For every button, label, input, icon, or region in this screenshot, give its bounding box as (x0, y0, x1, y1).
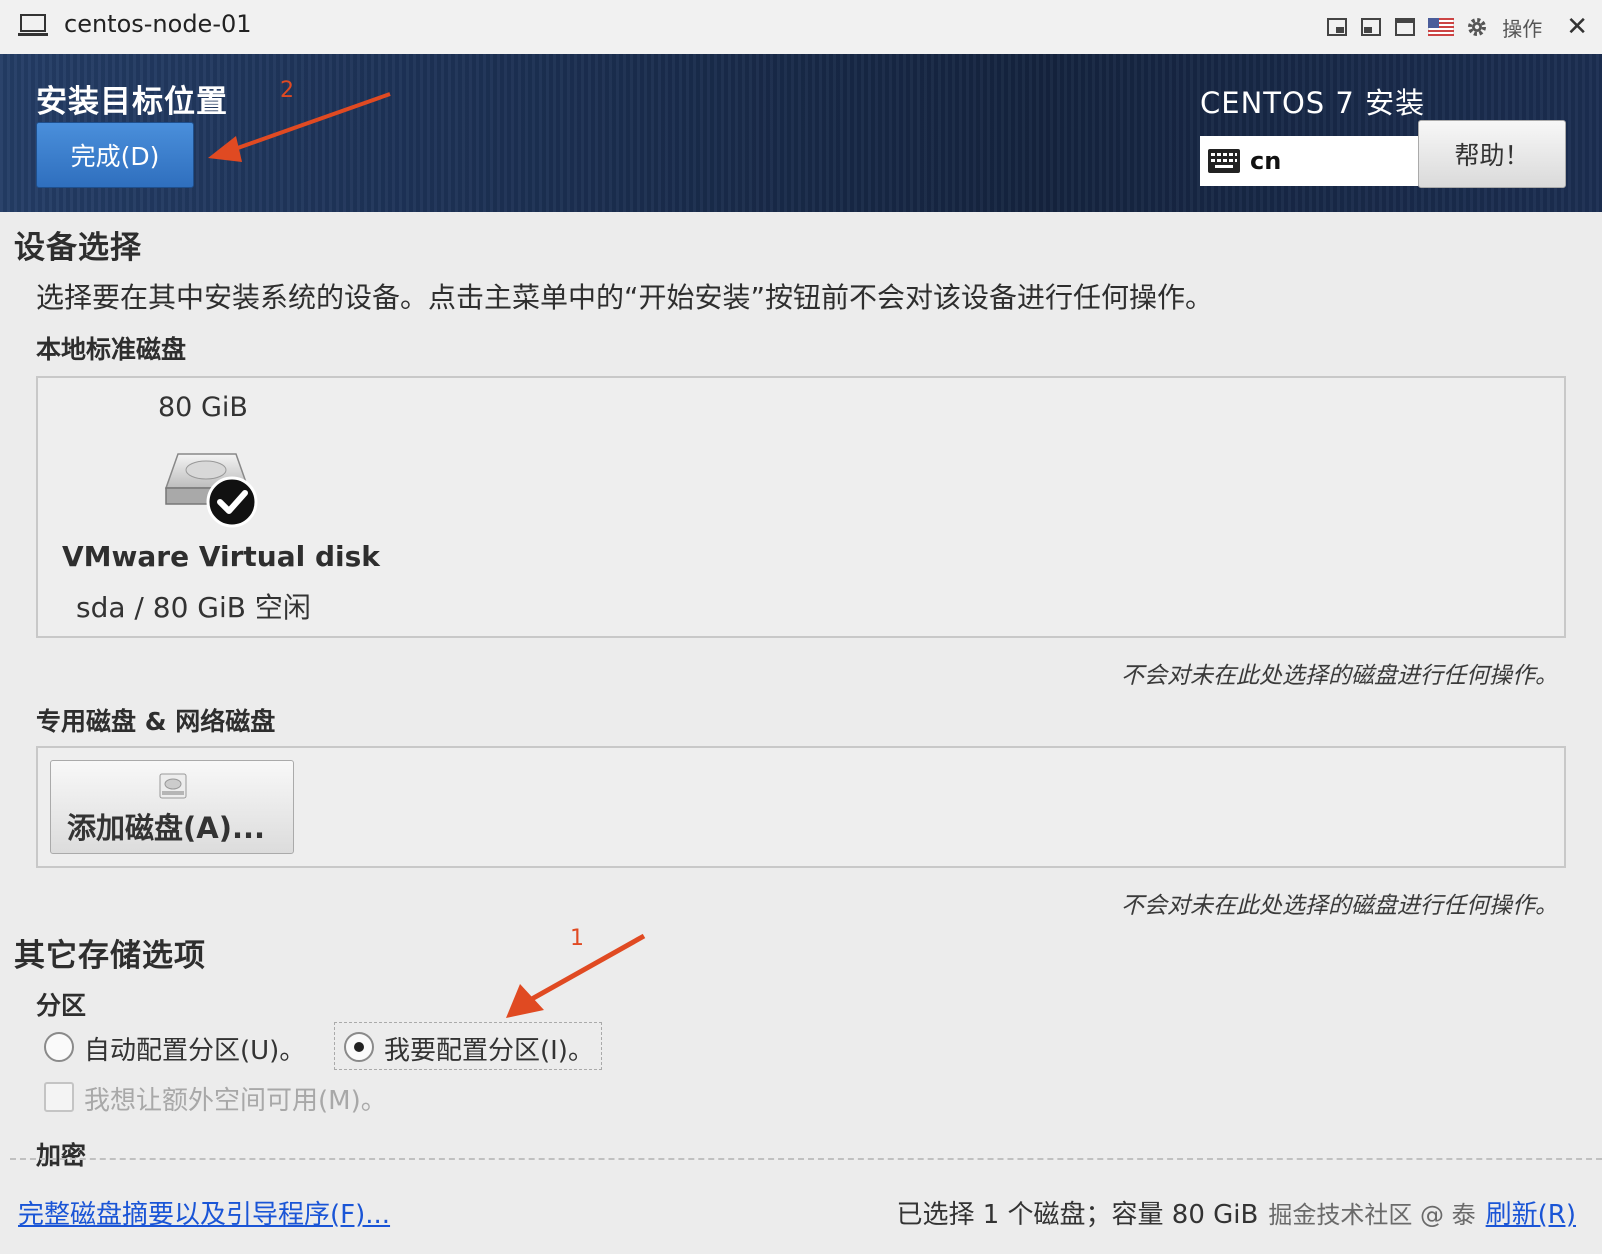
special-disks-note: 不会对未在此处选择的磁盘进行任何操作。 (1121, 893, 1558, 919)
selection-status-text: 已选择 1 个磁盘；容量 80 GiB (896, 1200, 1259, 1230)
local-disks-heading: 本地标准磁盘 (36, 335, 187, 364)
add-disk-button[interactable]: 添加磁盘(A)... (50, 760, 294, 854)
keyboard-layout-label: cn (1250, 147, 1282, 175)
device-selection-heading: 设备选择 (14, 230, 142, 266)
add-disk-label: 添加磁盘(A)... (67, 811, 266, 845)
annotation-number-1: 1 (570, 926, 584, 951)
footer-divider (10, 1158, 1602, 1160)
product-title: CENTOS 7 安装 (1200, 86, 1426, 120)
extra-space-label: 我想让额外空间可用(M)。 (84, 1086, 387, 1116)
keyboard-icon (1208, 149, 1240, 173)
window-title: centos-node-01 (64, 10, 252, 38)
window-titlebar: centos-node-01 操作 ✕ (0, 0, 1602, 55)
disk-summary-link[interactable]: 完整磁盘摘要以及引导程序(F)... (18, 1194, 390, 1231)
special-disks-heading: 专用磁盘 & 网络磁盘 (36, 707, 276, 736)
manual-partition-radio[interactable] (344, 1032, 374, 1062)
computer-icon (18, 14, 48, 36)
disk-info: sda / 80 GiB 空闲 (76, 591, 311, 624)
refresh-link[interactable]: 刷新(R) (1486, 1194, 1576, 1231)
installer-header: 安装目标位置 完成(D) CENTOS 7 安装 cn 帮助！ (0, 54, 1602, 212)
keyboard-layout-indicator[interactable]: cn (1200, 136, 1418, 186)
disk-capacity: 80 GiB (158, 392, 248, 423)
disk-name: VMware Virtual disk (62, 540, 380, 573)
footer-status: 已选择 1 个磁盘；容量 80 GiB 掘金技术社区 @ 泰 刷新(R) (896, 1194, 1576, 1231)
other-storage-heading: 其它存储选项 (14, 938, 206, 974)
encryption-heading: 加密 (36, 1141, 87, 1170)
gear-icon[interactable] (1466, 16, 1488, 38)
auto-partition-label[interactable]: 自动配置分区(U)。 (84, 1030, 305, 1067)
device-selection-description: 选择要在其中安装系统的设备。点击主菜单中的“开始安装”按钮前不会对该设备进行任何… (36, 281, 1214, 314)
disk-icon (159, 773, 187, 799)
help-button[interactable]: 帮助！ (1418, 120, 1566, 188)
disk-vmware-virtual[interactable]: 80 GiB VMware Virtual disk sda / 80 GiB … (58, 388, 380, 628)
close-icon[interactable]: ✕ (1566, 14, 1588, 40)
titlebar-controls: 操作 ✕ (1326, 10, 1588, 44)
done-button[interactable]: 完成(D) (36, 122, 194, 188)
window-mode-icon[interactable] (1360, 16, 1382, 38)
hard-disk-icon (164, 453, 258, 528)
page-title: 安装目标位置 (36, 84, 228, 120)
partition-heading: 分区 (36, 991, 87, 1020)
restore-window-icon[interactable] (1326, 16, 1348, 38)
fullscreen-icon[interactable] (1394, 16, 1416, 38)
auto-partition-radio[interactable] (44, 1032, 74, 1062)
watermark-text: 掘金技术社区 @ 泰 (1268, 1201, 1476, 1229)
us-flag-icon[interactable] (1428, 18, 1455, 36)
extra-space-checkbox[interactable] (44, 1082, 74, 1112)
manual-partition-label[interactable]: 我要配置分区(I)。 (384, 1030, 594, 1067)
local-disks-note: 不会对未在此处选择的磁盘进行任何操作。 (1121, 663, 1558, 689)
actions-menu[interactable]: 操作 (1502, 13, 1542, 42)
annotation-number-2: 2 (280, 78, 294, 103)
